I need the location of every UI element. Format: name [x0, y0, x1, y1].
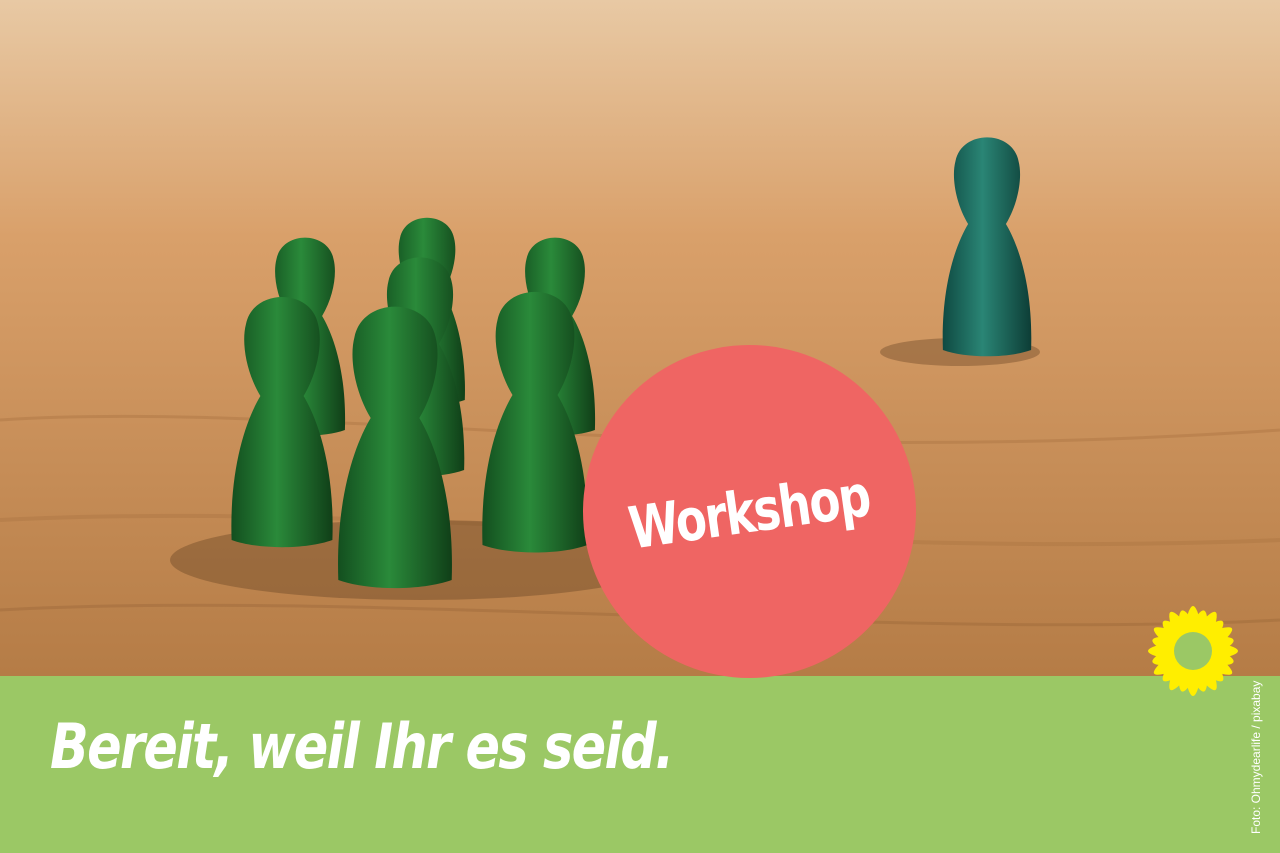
sunflower-logo-icon — [1148, 606, 1238, 696]
workshop-badge: Workshop — [583, 345, 916, 678]
workshop-label: Workshop — [624, 460, 874, 563]
slogan: Bereit, weil Ihr es seid. — [50, 710, 674, 783]
photo-credit: Foto: Ohmydearlife / pixabay — [1249, 680, 1263, 834]
pawn-group — [231, 217, 596, 589]
